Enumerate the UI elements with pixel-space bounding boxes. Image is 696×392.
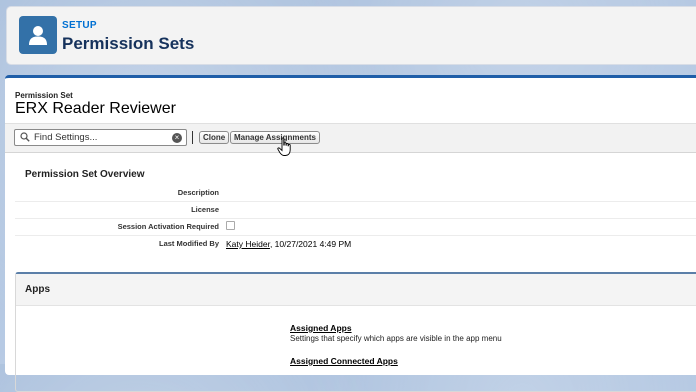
last-modified-row: Last Modified By Katy Heider, 10/27/2021… — [15, 235, 696, 252]
hand-cursor-icon — [277, 137, 291, 156]
modified-by-user-link[interactable]: Katy Heider — [226, 239, 270, 249]
overview-title: Permission Set Overview — [25, 169, 145, 180]
session-activation-label: Session Activation Required — [117, 222, 219, 231]
search-box[interactable]: × — [14, 129, 187, 146]
apps-section: Apps Assigned Apps Settings that specify… — [15, 272, 696, 392]
breadcrumb: SETUP — [62, 20, 97, 31]
session-activation-checkbox — [226, 221, 235, 230]
main-panel: Permission Set ERX Reader Reviewer × Clo… — [5, 75, 696, 392]
user-icon — [29, 26, 47, 45]
page-title: Permission Sets — [62, 34, 195, 53]
modified-date: , 10/27/2021 4:49 PM — [269, 239, 352, 249]
apps-section-header: Apps — [16, 274, 696, 306]
manage-assignments-button[interactable]: Manage Assignments — [230, 131, 320, 144]
assigned-connected-apps-link[interactable]: Assigned Connected Apps — [290, 356, 398, 366]
record-type-label: Permission Set — [15, 91, 73, 100]
search-icon — [20, 132, 30, 142]
last-modified-value: Katy Heider, 10/27/2021 4:49 PM — [226, 239, 351, 249]
clear-search-icon[interactable]: × — [172, 133, 182, 143]
assigned-apps-description: Settings that specify which apps are vis… — [290, 334, 502, 343]
search-input[interactable] — [34, 131, 164, 144]
description-label: Description — [177, 188, 219, 197]
toolbar: × Clone Manage Assignments — [5, 123, 696, 153]
assigned-apps-link[interactable]: Assigned Apps — [290, 323, 352, 333]
divider — [192, 131, 193, 144]
apps-section-title: Apps — [25, 284, 50, 295]
last-modified-label: Last Modified By — [158, 239, 219, 248]
clone-button[interactable]: Clone — [199, 131, 230, 144]
record-name: ERX Reader Reviewer — [15, 100, 176, 117]
session-activation-row: Session Activation Required — [15, 218, 696, 236]
setup-header: SETUP Permission Sets — [6, 6, 696, 65]
license-label: License — [191, 205, 219, 214]
description-row: Description — [15, 184, 696, 202]
license-row: License — [15, 201, 696, 219]
setup-logo — [19, 16, 57, 54]
